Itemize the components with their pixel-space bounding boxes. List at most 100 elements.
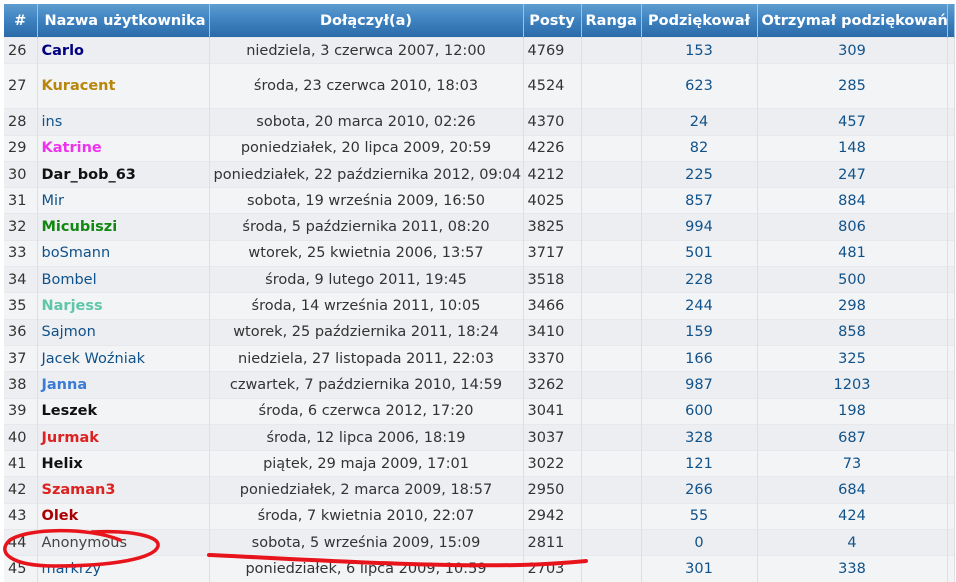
username-link[interactable]: Helix [42,456,83,472]
row-thanks-given-value: 244 [685,298,713,315]
row-rank-title [581,239,642,267]
row-posts-value[interactable]: 4212 [528,167,565,183]
row-joined: środa, 23 czerwca 2010, 18:03 [209,63,524,109]
row-posts-value[interactable]: 3518 [528,272,565,288]
username-link[interactable]: Olek [42,508,79,524]
row-posts-value[interactable]: 2703 [528,561,565,577]
row-posts-value[interactable]: 3466 [528,298,565,314]
row-posts-value[interactable]: 4524 [528,78,565,94]
row-joined-value: sobota, 19 września 2009, 16:50 [247,192,485,209]
row-joined-value: środa, 5 października 2011, 08:20 [242,219,490,236]
row-posts-value[interactable]: 3041 [528,403,565,419]
row-rank: 35 [4,292,38,320]
row-extra [947,187,955,214]
table-row: 42 Szaman3 poniedziałek, 2 marca 2009, 18:… [4,476,955,504]
row-username: Anonymous [37,529,210,556]
row-posts: 2942 [523,502,582,530]
username-link[interactable]: Katrine [42,140,102,156]
row-posts: 3717 [523,239,582,267]
header-rank[interactable]: # [4,4,38,38]
row-rank: 39 [4,397,38,425]
header-username[interactable]: Nazwa użytkownika [37,4,210,38]
row-rank: 30 [4,160,38,188]
row-thanks-received: 424 [757,502,948,530]
row-thanks-received-value: 884 [838,192,866,209]
row-extra [947,292,955,320]
row-thanks-given: 159 [641,318,758,346]
row-posts-value[interactable]: 3370 [528,351,565,367]
table-row: 29 Katrine poniedziałek, 20 lipca 2009, 20… [4,134,955,162]
row-posts-value[interactable]: 3037 [528,430,565,446]
row-thanks-received: 298 [757,292,948,320]
row-posts-value[interactable]: 3022 [528,456,565,472]
username-link[interactable]: Jurmak [42,430,99,446]
row-posts-value[interactable]: 4025 [528,193,565,209]
row-joined: poniedziałek, 2 marca 2009, 18:57 [209,476,524,504]
table-row: 37 Jacek Woźniak niedziela, 27 listopada 2… [4,344,955,372]
username-link[interactable]: boSmann [42,245,111,261]
username-link[interactable]: Szaman3 [42,482,116,498]
row-posts: 3518 [523,266,582,293]
username-link[interactable]: Micubiszi [42,219,118,235]
username-link[interactable]: Anonymous [42,535,128,551]
row-posts: 4769 [523,36,582,64]
row-thanks-received-value: 481 [838,245,866,262]
row-extra [947,371,955,399]
row-rank-title [581,502,642,530]
row-posts-value[interactable]: 3717 [528,245,565,261]
row-username: Carlo [37,36,210,64]
header-joined[interactable]: Dołączył(a) [209,4,524,38]
row-thanks-received-value: 247 [838,166,866,183]
row-thanks-given-value: 857 [685,192,713,209]
row-thanks-received: 806 [757,213,948,241]
username-link[interactable]: Bombel [42,272,97,288]
row-posts-value[interactable]: 4226 [528,140,565,156]
row-rank-value: 33 [8,245,27,262]
username-link[interactable]: Narjess [42,298,103,314]
row-posts-value[interactable]: 3410 [528,324,565,340]
row-posts-value[interactable]: 4769 [528,43,565,59]
row-posts-value[interactable]: 2811 [528,535,565,551]
username-link[interactable]: Jacek Woźniak [42,351,146,367]
row-thanks-received: 687 [757,423,948,451]
row-posts-value[interactable]: 3262 [528,377,565,393]
username-link[interactable]: Carlo [42,43,85,59]
row-extra [947,108,955,136]
row-joined-value: środa, 6 czerwca 2012, 17:20 [258,403,474,420]
row-posts-value[interactable]: 4370 [528,114,565,130]
header-rank-title[interactable]: Ranga [581,4,642,38]
row-rank: 42 [4,476,38,504]
row-joined-value: niedziela, 27 listopada 2011, 22:03 [238,350,494,367]
row-posts: 2703 [523,555,582,582]
header-posts[interactable]: Posty [523,4,582,38]
row-thanks-given: 166 [641,344,758,372]
row-thanks-given: 857 [641,187,758,214]
row-posts-value[interactable]: 3825 [528,219,565,235]
username-link[interactable]: Mir [42,193,65,209]
row-rank: 28 [4,108,38,136]
row-joined-value: środa, 14 września 2011, 10:05 [251,298,481,315]
row-posts-value[interactable]: 2942 [528,508,565,524]
header-thanks-given[interactable]: Podziękował [641,4,758,38]
username-link[interactable]: Janna [42,377,88,393]
row-thanks-received-value: 148 [838,140,866,157]
username-link[interactable]: ins [42,114,63,130]
username-link[interactable]: Kuracent [42,78,116,94]
row-posts: 4370 [523,108,582,136]
row-thanks-received-value: 684 [838,482,866,499]
row-rank-value: 39 [8,403,27,420]
username-link[interactable]: Leszek [42,403,98,419]
row-extra [947,423,955,451]
row-thanks-given: 225 [641,160,758,188]
table-row: 34 Bombel środa, 9 lutego 2011, 19:45 3518 2… [4,266,955,293]
username-link[interactable]: Dar_bob_63 [42,167,136,183]
row-thanks-received-value: 298 [838,298,866,315]
row-joined-value: poniedziałek, 22 października 2012, 09:0… [213,166,522,183]
row-joined: poniedziałek, 20 lipca 2009, 20:59 [209,134,524,162]
row-thanks-received-value: 806 [838,219,866,236]
row-posts-value[interactable]: 2950 [528,482,565,498]
username-link[interactable]: markrzy [42,561,102,577]
header-thanks-received[interactable]: Otrzymał podziękowań [757,4,948,38]
table-row: 40 Jurmak środa, 12 lipca 2006, 18:19 3037 3… [4,423,955,451]
username-link[interactable]: Sajmon [42,324,96,340]
